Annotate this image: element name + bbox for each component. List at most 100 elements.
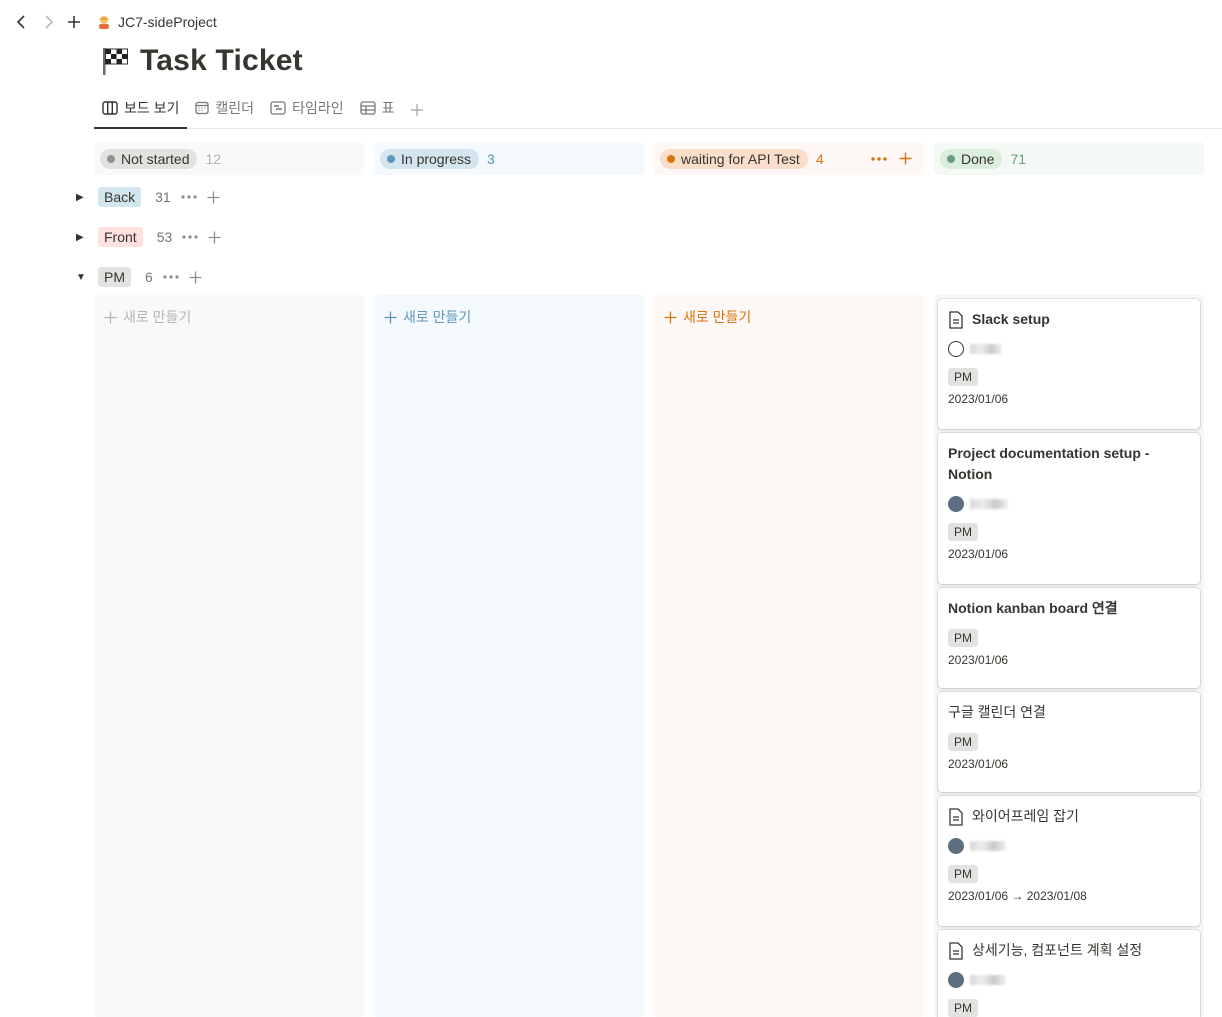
add-icon <box>384 311 397 323</box>
breadcrumb[interactable]: JC7-sideProject <box>96 14 217 30</box>
breadcrumb-workspace: JC7-sideProject <box>118 14 217 30</box>
column-header-done[interactable]: Done 71 <box>934 142 1204 175</box>
new-card-button[interactable]: 새로 만들기 <box>664 307 751 327</box>
view-tabs: 보드 보기 캘린더 타임라인 표 <box>94 92 1222 129</box>
group-tag: PM <box>98 267 131 287</box>
more-icon[interactable] <box>181 195 197 199</box>
assignee-name-redacted <box>970 841 1006 851</box>
collapsed-toggle-icon[interactable]: ▶ <box>76 232 88 243</box>
avatar <box>948 341 964 357</box>
avatar <box>948 972 964 988</box>
avatar <box>948 496 964 512</box>
status-label: Done <box>961 150 995 167</box>
card-date: 2023/01/06 <box>948 547 1009 561</box>
card-title: 상세기능, 컴포넌트 계획 설정 <box>972 942 1143 958</box>
expanded-toggle-icon[interactable]: ▼ <box>76 272 88 283</box>
board-icon <box>102 101 118 115</box>
collapsed-toggle-icon[interactable]: ▶ <box>76 192 88 203</box>
card[interactable]: Notion kanban board 연결 PM 2023/01/06 <box>938 588 1200 688</box>
add-icon <box>664 311 677 323</box>
card[interactable]: Project documentation setup - Notion PM … <box>938 433 1200 584</box>
group-tag: Back <box>98 187 142 207</box>
status-label: waiting for API Test <box>681 150 800 167</box>
column-count: 3 <box>487 150 495 167</box>
card-title: Project documentation setup - Notion <box>948 445 1150 482</box>
tab-label: 보드 보기 <box>124 100 180 116</box>
new-card-label: 새로 만들기 <box>403 309 472 325</box>
group-tag: Front <box>98 227 143 247</box>
tab-timeline[interactable]: 타임라인 <box>262 92 352 128</box>
card-title-row: Slack setup <box>948 309 1190 330</box>
checkered-flag-icon <box>103 48 128 75</box>
card-title-row: 구글 캘린더 연결 <box>948 702 1190 723</box>
more-icon[interactable] <box>182 235 198 239</box>
new-card-button[interactable]: 새로 만들기 <box>104 307 191 327</box>
card-title: 와이어프레임 잡기 <box>972 808 1079 824</box>
card-tag: PM <box>948 523 978 541</box>
add-icon[interactable] <box>899 152 912 165</box>
table-icon <box>359 101 376 115</box>
avatar <box>948 838 964 854</box>
status-badge: In progress <box>380 148 480 169</box>
card-tag: PM <box>948 865 978 883</box>
lane-in-progress: 새로 만들기 <box>374 295 644 1017</box>
group-actions <box>182 231 221 244</box>
column-header-not-started[interactable]: Not started 12 <box>94 142 364 175</box>
card-title-row: Notion kanban board 연결 <box>948 598 1190 619</box>
assignee <box>948 837 1190 855</box>
back-arrow-icon[interactable] <box>12 11 32 33</box>
column-header-waiting-api[interactable]: waiting for API Test 4 <box>654 142 924 175</box>
card-tag: PM <box>948 368 978 386</box>
status-label: In progress <box>401 150 472 167</box>
forward-arrow-icon[interactable] <box>38 11 58 33</box>
add-icon[interactable] <box>207 191 220 204</box>
assignee <box>948 495 1190 513</box>
assignee <box>948 971 1190 989</box>
document-icon <box>949 942 963 960</box>
group-count: 6 <box>145 269 153 285</box>
status-label: Not started <box>121 150 190 167</box>
card[interactable]: 상세기능, 컴포넌트 계획 설정 PM <box>938 930 1200 1017</box>
card-date: 2023/01/06 <box>948 653 1009 667</box>
add-icon[interactable] <box>208 231 221 244</box>
status-dot-icon <box>667 154 675 163</box>
tab-board[interactable]: 보드 보기 <box>94 92 188 129</box>
new-card-button[interactable]: 새로 만들기 <box>384 307 471 327</box>
group-front[interactable]: ▶ Front 53 <box>76 225 221 249</box>
group-actions <box>181 191 220 204</box>
page-header: Task Ticket <box>100 44 303 78</box>
tab-label: 타임라인 <box>292 100 344 116</box>
group-back[interactable]: ▶ Back 31 <box>76 185 220 209</box>
card-title: Notion kanban board 연결 <box>948 600 1118 616</box>
tab-table[interactable]: 표 <box>352 92 403 128</box>
card-date: 2023/01/06 <box>948 392 1009 406</box>
card[interactable]: Slack setup PM 2023/01/06 <box>938 299 1200 429</box>
page-title[interactable]: Task Ticket <box>140 44 303 78</box>
lane-not-started: 새로 만들기 <box>94 295 364 1017</box>
new-page-icon[interactable] <box>64 11 84 33</box>
add-icon[interactable] <box>189 271 202 284</box>
card-date: 2023/01/06 → 2023/01/08 <box>948 889 1087 903</box>
status-dot-icon <box>947 154 955 163</box>
document-icon <box>949 311 963 329</box>
group-count: 53 <box>156 229 173 245</box>
more-icon[interactable] <box>871 156 887 161</box>
group-actions <box>163 271 202 284</box>
status-badge: Not started <box>100 148 198 169</box>
status-dot-icon <box>387 154 395 163</box>
card-title-row: 상세기능, 컴포넌트 계획 설정 <box>948 940 1190 961</box>
assignee <box>948 340 1190 358</box>
group-pm[interactable]: ▼ PM 6 <box>76 265 202 289</box>
tab-label: 캘린더 <box>215 100 255 116</box>
new-card-label: 새로 만들기 <box>123 309 192 325</box>
column-count: 12 <box>205 150 222 167</box>
column-header-in-progress[interactable]: In progress 3 <box>374 142 644 175</box>
top-bar: JC7-sideProject <box>12 10 217 34</box>
tab-calendar[interactable]: 캘린더 <box>187 92 262 128</box>
more-icon[interactable] <box>163 275 179 279</box>
card[interactable]: 구글 캘린더 연결 PM 2023/01/06 <box>938 692 1200 792</box>
worker-emoji-icon <box>99 16 109 29</box>
card[interactable]: 와이어프레임 잡기 PM 2023/01/06 → 2023/01/08 <box>938 796 1200 926</box>
add-view-icon[interactable] <box>402 92 432 128</box>
column-count: 4 <box>815 150 824 167</box>
